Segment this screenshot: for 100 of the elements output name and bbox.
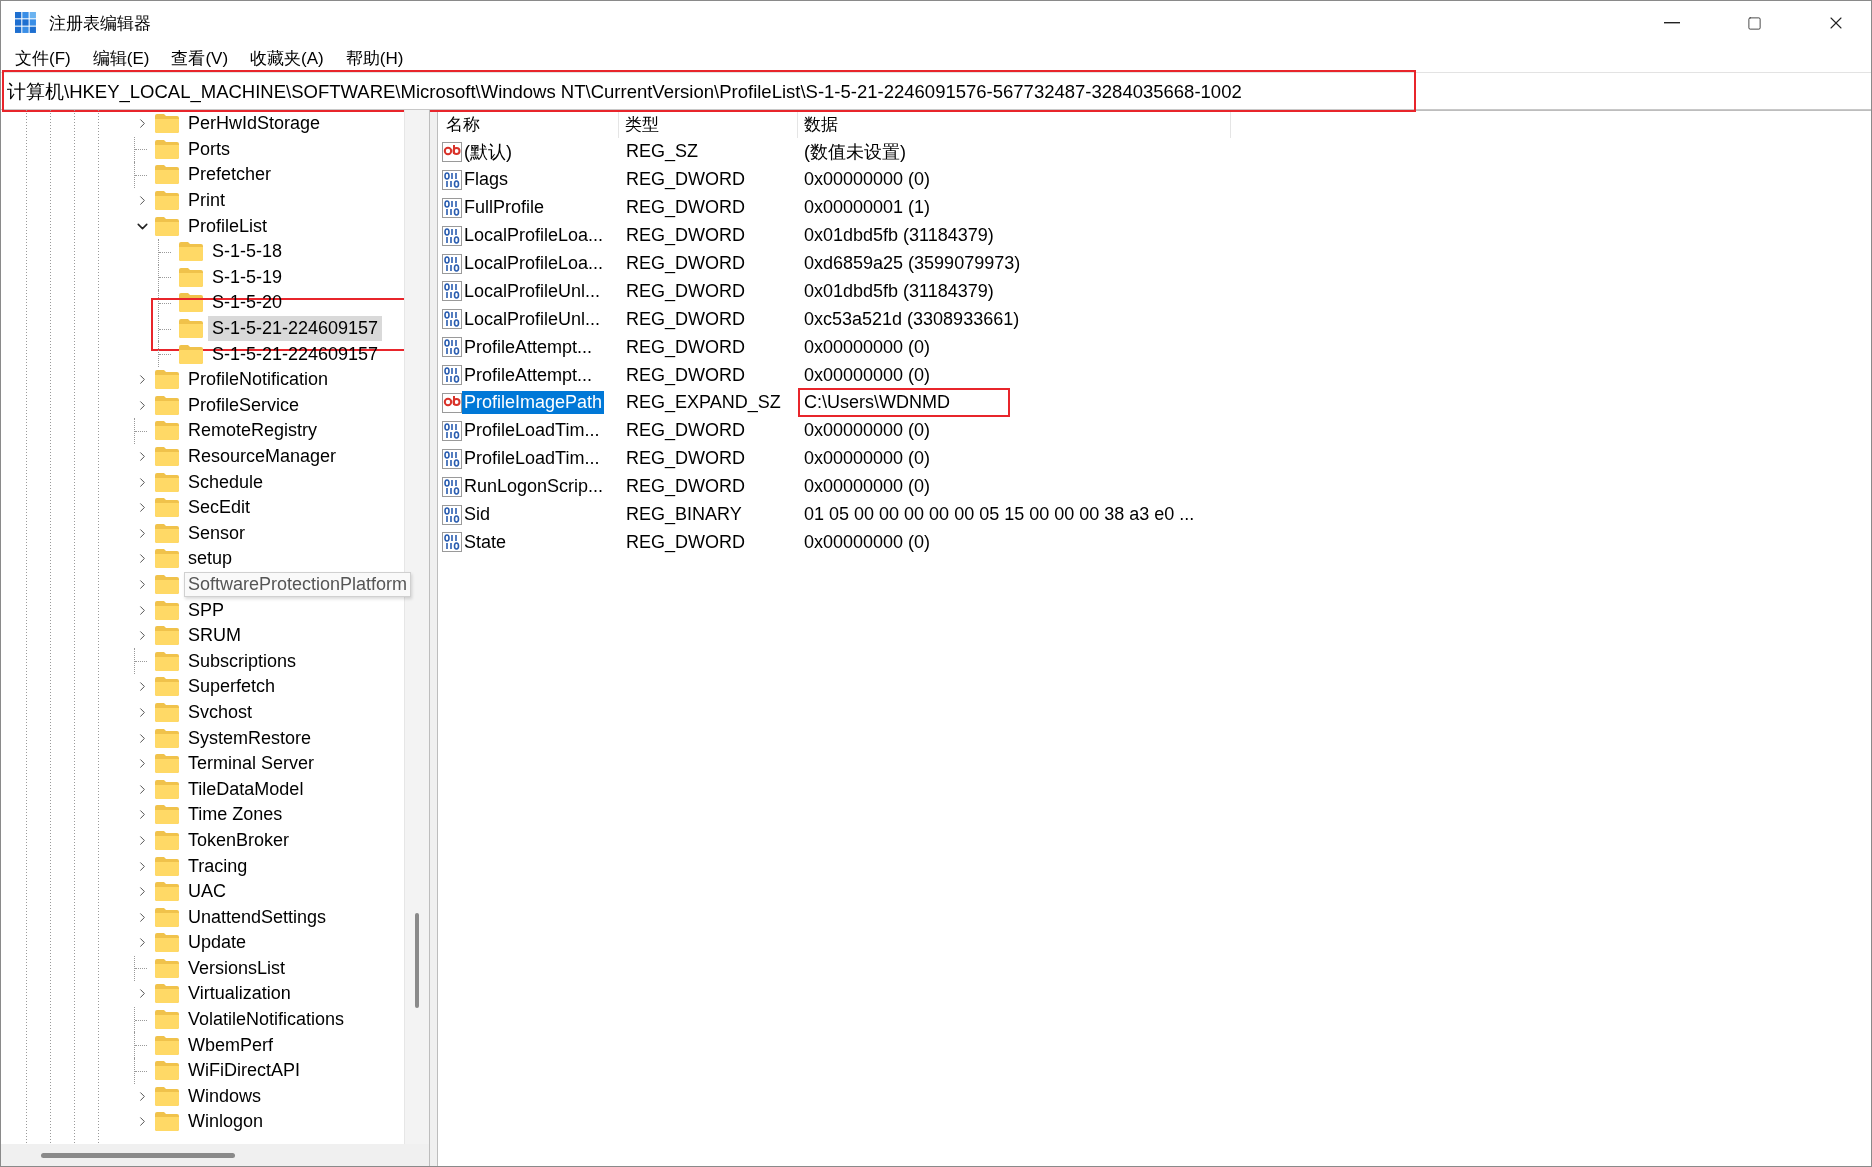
folder-icon bbox=[155, 958, 179, 978]
value-name[interactable]: State bbox=[462, 530, 509, 554]
value-name[interactable]: LocalProfileLoa... bbox=[462, 252, 606, 275]
menu-item[interactable]: 编辑(E) bbox=[84, 45, 158, 72]
value-name[interactable]: LocalProfileLoa... bbox=[462, 224, 606, 248]
tree-item[interactable]: setup bbox=[184, 546, 237, 572]
value-name[interactable]: ProfileLoadTim... bbox=[462, 419, 602, 443]
folder-icon bbox=[155, 498, 179, 518]
address-field[interactable]: 计算机\HKEY_LOCAL_MACHINE\SOFTWARE\Microsoft\Windows NT\CurrentVersion\ProfileList\S-1-5-21-2246091576-567732487-3284035668-1002 bbox=[1, 73, 1871, 109]
tree-item[interactable]: TokenBroker bbox=[184, 827, 294, 853]
tree-item[interactable]: Time Zones bbox=[184, 802, 287, 828]
value-data: 0x00000000 (0) bbox=[803, 419, 932, 443]
value-data: 0x00000000 (0) bbox=[803, 475, 932, 499]
folder-icon bbox=[155, 984, 179, 1004]
column-header[interactable]: 数据 bbox=[798, 111, 1231, 138]
value-type: REG_DWORD bbox=[625, 280, 746, 302]
value-name[interactable]: (默认) bbox=[462, 138, 514, 165]
binary-value-icon bbox=[442, 169, 462, 190]
value-name[interactable]: Sid bbox=[462, 503, 492, 526]
scrollbar-thumb[interactable] bbox=[415, 913, 419, 1008]
tree-item[interactable]: Print bbox=[184, 188, 229, 214]
tree-item[interactable]: UAC bbox=[184, 879, 230, 905]
app-icon bbox=[15, 12, 37, 34]
tree-item[interactable]: SRUM bbox=[184, 623, 245, 649]
tree-item[interactable]: WbemPerf bbox=[184, 1032, 278, 1058]
tree-item[interactable]: Sensor bbox=[184, 520, 250, 546]
folder-icon bbox=[155, 856, 179, 876]
tree-item[interactable]: Windows bbox=[184, 1083, 266, 1109]
vertical-scrollbar[interactable] bbox=[404, 110, 429, 1144]
value-name[interactable]: Flags bbox=[462, 168, 510, 192]
tree-item[interactable]: S-1-5-18 bbox=[208, 239, 287, 265]
tree-item[interactable]: Update bbox=[184, 930, 251, 956]
folder-icon bbox=[155, 728, 179, 748]
tree-item[interactable]: UnattendSettings bbox=[184, 904, 331, 930]
value-name[interactable]: RunLogonScrip... bbox=[462, 475, 606, 499]
tree-item[interactable]: SystemRestore bbox=[184, 725, 316, 751]
horizontal-scrollbar[interactable] bbox=[1, 1144, 429, 1166]
scrollbar-thumb[interactable] bbox=[41, 1153, 235, 1158]
value-data: 0x00000000 (0) bbox=[803, 335, 932, 359]
value-name[interactable]: LocalProfileUnl... bbox=[462, 307, 603, 331]
tree-item[interactable]: Terminal Server bbox=[184, 751, 319, 777]
tree-item[interactable]: ProfileService bbox=[184, 392, 304, 418]
string-value-icon bbox=[442, 141, 462, 162]
folder-icon bbox=[155, 114, 179, 134]
value-type: REG_BINARY bbox=[625, 504, 743, 525]
pane-splitter[interactable] bbox=[430, 110, 438, 1166]
folder-icon bbox=[155, 165, 179, 185]
tree-item[interactable]: SecEdit bbox=[184, 495, 255, 521]
value-name[interactable]: ProfileAttempt... bbox=[462, 363, 595, 387]
menu-item[interactable]: 文件(F) bbox=[7, 45, 79, 72]
folder-icon bbox=[155, 1061, 179, 1081]
tree-item[interactable]: Ports bbox=[184, 136, 234, 162]
tree-item[interactable]: Superfetch bbox=[184, 674, 280, 700]
tooltip[interactable]: SoftwareProtectionPlatform bbox=[184, 572, 412, 597]
value-data: 0x00000000 (0) bbox=[803, 447, 932, 471]
value-name[interactable]: LocalProfileUnl... bbox=[462, 279, 603, 303]
folder-icon bbox=[155, 523, 179, 543]
column-header[interactable]: 名称 bbox=[440, 111, 619, 138]
tree-item[interactable]: RemoteRegistry bbox=[184, 418, 322, 444]
tree-item[interactable]: Schedule bbox=[184, 469, 268, 495]
value-name[interactable]: FullProfile bbox=[462, 196, 547, 220]
tree-item[interactable]: TileDataModel bbox=[184, 776, 308, 802]
highlighted-value-data: C:\Users\WDNMD bbox=[798, 388, 1010, 418]
tree-item[interactable]: Subscriptions bbox=[184, 648, 301, 674]
tree-item[interactable]: WiFiDirectAPI bbox=[184, 1058, 304, 1084]
tree-item[interactable]: Prefetcher bbox=[184, 162, 276, 188]
tree-item[interactable]: PerHwIdStorage bbox=[184, 111, 325, 137]
tree-item[interactable]: Winlogon bbox=[184, 1109, 268, 1135]
column-header[interactable]: 类型 bbox=[619, 111, 798, 138]
tree-item[interactable]: Virtualization bbox=[184, 981, 295, 1007]
binary-value-icon bbox=[442, 337, 462, 358]
folder-icon bbox=[155, 472, 179, 492]
tree-item[interactable]: Tracing bbox=[184, 853, 252, 879]
maximize-icon bbox=[1746, 15, 1762, 31]
value-name[interactable]: ProfileAttempt... bbox=[462, 335, 595, 359]
folder-icon bbox=[155, 779, 179, 799]
tree-item[interactable]: S-1-5-21-224609157 bbox=[208, 316, 383, 342]
folder-icon bbox=[155, 907, 179, 927]
value-name[interactable]: ProfileLoadTim... bbox=[462, 447, 602, 471]
folder-icon bbox=[155, 805, 179, 825]
tree-item[interactable]: VersionsList bbox=[184, 955, 290, 981]
menu-item[interactable]: 帮助(H) bbox=[337, 45, 412, 72]
value-type: REG_DWORD bbox=[625, 364, 746, 386]
tree-item[interactable]: ProfileNotification bbox=[184, 367, 333, 393]
folder-icon bbox=[179, 242, 203, 262]
value-type: REG_DWORD bbox=[625, 531, 746, 553]
tree-item[interactable]: ProfileList bbox=[184, 213, 272, 239]
tree-item[interactable]: Svchost bbox=[184, 699, 257, 725]
menu-item[interactable]: 收藏夹(A) bbox=[242, 45, 332, 72]
binary-value-icon bbox=[442, 532, 462, 553]
tree-item[interactable]: VolatileNotifications bbox=[184, 1007, 349, 1033]
binary-value-icon bbox=[442, 504, 462, 525]
tree-item[interactable]: SPP bbox=[184, 597, 229, 623]
tree-item[interactable]: S-1-5-19 bbox=[208, 264, 287, 290]
folder-icon bbox=[155, 447, 179, 466]
tree-item[interactable]: ResourceManager bbox=[184, 444, 341, 469]
value-name[interactable]: ProfileImagePath bbox=[462, 391, 605, 415]
value-data: (数值未设置) bbox=[803, 140, 907, 164]
menu-item[interactable]: 查看(V) bbox=[163, 45, 237, 72]
value-type: REG_DWORD bbox=[625, 336, 746, 358]
